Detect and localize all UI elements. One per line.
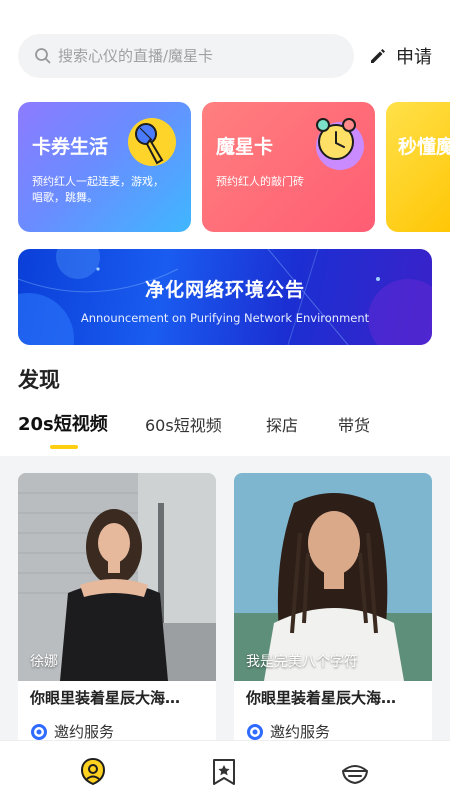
nav-discover[interactable] [338, 755, 372, 789]
service-icon [31, 723, 47, 740]
tab-indicator [50, 445, 78, 449]
card-title: 秒懂魔 [398, 136, 450, 158]
card-magic-star[interactable]: 魔星卡 预约红人的敲门砖 [202, 102, 375, 232]
video-card[interactable]: 徐娜 你眼里装着星辰大海… 邀约服务 [18, 473, 216, 773]
card-partial[interactable]: 秒懂魔 [386, 102, 450, 232]
nav-bookmark[interactable] [207, 755, 241, 789]
video-thumbnail: 我是完美八个字符 [234, 473, 432, 681]
search-icon [35, 48, 51, 64]
service-label: 邀约服务 [54, 723, 115, 741]
video-service: 邀约服务 [30, 721, 114, 742]
home-badge-icon [80, 757, 106, 786]
search-bar[interactable] [18, 34, 354, 78]
video-author: 徐娜 [30, 654, 58, 670]
tab-20s-video[interactable]: 20s短视频 [18, 410, 108, 436]
service-label: 邀约服务 [270, 723, 331, 741]
apply-label: 申请 [396, 47, 432, 68]
photo-street-woman [18, 473, 216, 681]
banner-subtitle: Announcement on Purifying Network Enviro… [80, 311, 370, 325]
tab-60s-video[interactable]: 60s短视频 [145, 412, 222, 436]
tab-live-selling[interactable]: 带货 [338, 412, 370, 436]
video-thumbnail: 徐娜 [18, 473, 216, 681]
banner-title: 净化网络环境公告 [144, 279, 305, 301]
bowl-icon [342, 765, 368, 784]
search-row: 申请 [18, 34, 434, 78]
apply-button[interactable]: 申请 [368, 43, 432, 69]
card-coupon-life[interactable]: 卡券生活 预约红人一起连麦，游戏，唱歌，跳舞。 [18, 102, 191, 232]
card-desc: 预约红人的敲门砖 [216, 175, 304, 188]
video-card[interactable]: 我是完美八个字符 你眼里装着星辰大海… 邀约服务 [234, 473, 432, 773]
discover-tabs: 20s短视频 60s短视频 探店 带货 [18, 412, 438, 452]
video-title: 你眼里装着星辰大海… [246, 689, 397, 707]
microphone-icon [128, 118, 176, 166]
card-title: 卡券生活 [32, 136, 109, 158]
feature-cards: 卡券生活 预约红人一起连麦，游戏，唱歌，跳舞。 魔星卡 预约红人的敲门砖 秒懂魔 [18, 102, 450, 232]
nav-home[interactable] [76, 755, 110, 789]
card-desc: 预约红人一起连麦，游戏，唱歌，跳舞。 [32, 175, 164, 204]
bottom-nav [0, 740, 450, 800]
service-icon [247, 723, 263, 740]
photo-braids-woman [234, 473, 432, 681]
alarm-clock-icon [316, 118, 364, 170]
card-title: 魔星卡 [216, 136, 274, 158]
video-feed: 徐娜 你眼里装着星辰大海… 邀约服务 我是完美八个字符 你眼里装着星辰大海… 邀… [0, 456, 450, 773]
video-service: 邀约服务 [246, 721, 330, 742]
pencil-icon [371, 49, 385, 63]
announcement-banner[interactable]: 净化网络环境公告 Announcement on Purifying Netwo… [18, 249, 432, 345]
video-author: 我是完美八个字符 [246, 654, 358, 670]
search-input[interactable] [58, 47, 328, 65]
bookmark-star-icon [213, 759, 235, 785]
discover-title: 发现 [18, 368, 60, 392]
video-title: 你眼里装着星辰大海… [30, 689, 181, 707]
tab-store-visit[interactable]: 探店 [266, 412, 298, 436]
